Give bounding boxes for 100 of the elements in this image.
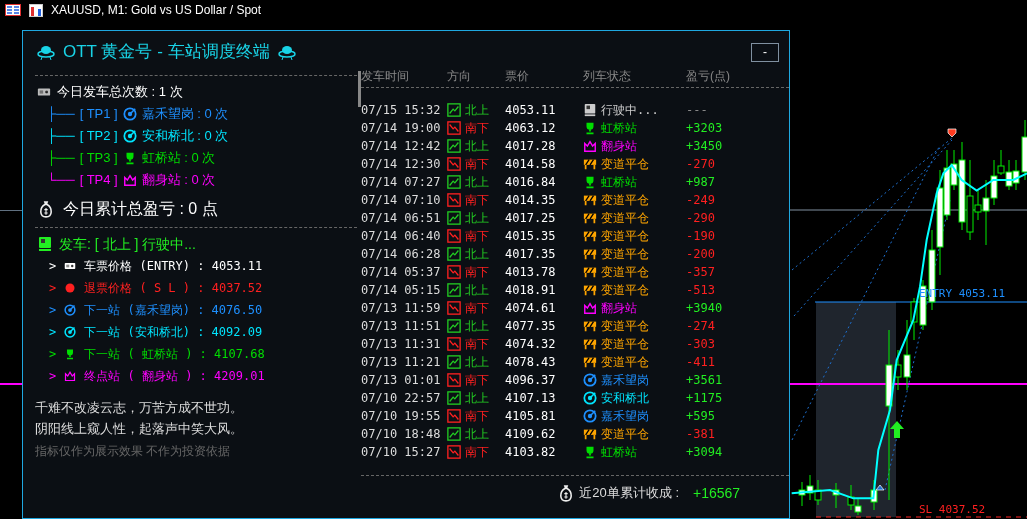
price-cell-text: 4107.13 bbox=[505, 390, 557, 407]
pnl-cell-text: -190 bbox=[686, 228, 716, 245]
direction-cell-text: 北上 bbox=[465, 138, 489, 155]
chevron: > bbox=[49, 368, 57, 385]
pnl-cell-text: -303 bbox=[686, 336, 716, 353]
column-header: 列车状态 bbox=[583, 68, 632, 85]
ufo-icon bbox=[37, 44, 55, 60]
direction-cell-text: 南下 bbox=[465, 336, 489, 353]
chevron: > bbox=[49, 258, 57, 275]
minimize-button[interactable]: - bbox=[751, 42, 779, 62]
scrollbar bbox=[358, 71, 361, 107]
time-cell-text: 07/14 06:51 bbox=[361, 210, 442, 227]
pnl-cell-text: -274 bbox=[686, 318, 716, 335]
total-earnings-value: +16567 bbox=[693, 483, 741, 503]
time-cell-text: 07/15 15:32 bbox=[361, 102, 442, 119]
time-cell-text: 07/14 12:30 bbox=[361, 156, 442, 173]
status-cell-text: 变道平仓 bbox=[601, 336, 649, 353]
pnl-cell-text: -200 bbox=[686, 246, 716, 263]
time-cell-text: 07/13 01:01 bbox=[361, 372, 442, 389]
quote-line: 阴阳线上窥人性，起落声中笑大风。 bbox=[35, 420, 244, 438]
station-count: 虹桥站 : 0 次 bbox=[141, 149, 216, 168]
direction-cell-text: 北上 bbox=[465, 102, 489, 119]
direction-cell-text: 北上 bbox=[465, 426, 489, 443]
ufo-icon bbox=[277, 44, 296, 60]
time-cell-text: 07/14 06:28 bbox=[361, 246, 442, 263]
target-tag: [ TP4 ] bbox=[79, 170, 118, 190]
chevron: > bbox=[49, 346, 57, 363]
time-cell-text: 07/14 07:10 bbox=[361, 192, 442, 209]
price-cell-text: 4078.43 bbox=[505, 354, 557, 371]
pnl-cell-text: +595 bbox=[686, 408, 716, 425]
panel-title: OTT 黄金号 - 车站调度终端 bbox=[63, 41, 270, 64]
direction-cell-text: 北上 bbox=[465, 318, 489, 335]
buy-marker-icon bbox=[875, 484, 885, 491]
price-line: 车票价格 (ENTRY) : 4053.11 bbox=[84, 258, 263, 275]
quote-line: 千难不改凌云志，万苦方成不世功。 bbox=[35, 399, 244, 417]
station-count: 嘉禾望岗 : 0 次 bbox=[141, 105, 229, 124]
time-cell-text: 07/14 05:15 bbox=[361, 282, 442, 299]
direction-cell-text: 北上 bbox=[465, 282, 489, 299]
window-title: XAUUSD, M1: Gold vs US Dollar / Spot bbox=[51, 2, 262, 19]
time-cell-text: 07/10 19:55 bbox=[361, 408, 442, 425]
direction-cell-text: 南下 bbox=[465, 372, 489, 389]
pnl-cell-text: +3940 bbox=[686, 300, 724, 317]
status-cell-text: 翻身站 bbox=[601, 138, 637, 155]
pnl-cell-text: +3094 bbox=[686, 444, 724, 461]
disclaimer: 指标仅作为展示效果 不作为投资依据 bbox=[35, 443, 232, 460]
table-icon bbox=[5, 4, 21, 16]
column-header: 盈亏(点) bbox=[686, 68, 731, 85]
chevron: > bbox=[49, 280, 57, 297]
price-cell-text: 4074.61 bbox=[505, 300, 557, 317]
pnl-cell-text: -411 bbox=[686, 354, 716, 371]
status-cell-text: 变道平仓 bbox=[601, 354, 649, 371]
direction-cell-text: 北上 bbox=[465, 354, 489, 371]
target-tag: [ TP3 ] bbox=[79, 148, 118, 168]
direction-cell-text: 南下 bbox=[465, 408, 489, 425]
time-cell-text: 07/10 22:57 bbox=[361, 390, 442, 407]
money-bag-icon bbox=[37, 200, 55, 218]
direction-cell-text: 北上 bbox=[465, 174, 489, 191]
price-cell-text: 4017.28 bbox=[505, 138, 557, 155]
chart-window-icon bbox=[29, 3, 43, 17]
chevron: > bbox=[49, 324, 57, 341]
pnl-cell-text: +987 bbox=[686, 174, 716, 191]
time-cell-text: 07/13 11:31 bbox=[361, 336, 442, 353]
status-cell-text: 虹桥站 bbox=[601, 174, 637, 191]
price-cell-text: 4014.58 bbox=[505, 156, 557, 173]
pnl-cell-text: +1175 bbox=[686, 390, 724, 407]
tree-connector: ├── bbox=[47, 127, 75, 146]
target-tag: [ TP1 ] bbox=[79, 104, 118, 124]
direction-cell-text: 南下 bbox=[465, 120, 489, 137]
direction-cell-text: 南下 bbox=[465, 192, 489, 209]
price-line: 下一站 ( 虹桥站 ) : 4107.68 bbox=[84, 346, 265, 363]
time-cell-text: 07/14 07:27 bbox=[361, 174, 442, 191]
time-cell-text: 07/10 18:48 bbox=[361, 426, 442, 443]
departures-count: 今日发车总次数 : 1 次 bbox=[57, 83, 183, 102]
price-cell-text: 4105.81 bbox=[505, 408, 557, 425]
status-cell-text: 变道平仓 bbox=[601, 192, 649, 209]
pnl-cell-text: -290 bbox=[686, 210, 716, 227]
direction-cell-text: 南下 bbox=[465, 228, 489, 245]
status-cell-text: 变道平仓 bbox=[601, 282, 649, 299]
stop-loss-label: SL 4037.52 bbox=[919, 503, 986, 516]
tree-connector: ├── bbox=[47, 105, 75, 124]
direction-cell-text: 南下 bbox=[465, 444, 489, 461]
pnl-cell-text: -381 bbox=[686, 426, 716, 443]
pnl-cell-text: +3203 bbox=[686, 120, 724, 137]
price-cell-text: 4015.35 bbox=[505, 228, 557, 245]
price-cell-text: 4017.25 bbox=[505, 210, 557, 227]
chevron: > bbox=[49, 302, 57, 319]
direction-cell-text: 北上 bbox=[465, 390, 489, 407]
price-cell-text: 4096.37 bbox=[505, 372, 557, 389]
pnl-cell-text: -513 bbox=[686, 282, 716, 299]
status-cell-text: 虹桥站 bbox=[601, 444, 637, 461]
time-cell-text: 07/14 05:37 bbox=[361, 264, 442, 281]
up-arrow-icon bbox=[890, 421, 904, 438]
pnl-cell-text: +3561 bbox=[686, 372, 724, 389]
candle bbox=[832, 482, 840, 509]
price-line: 退票价格 ( S L ) : 4037.52 bbox=[84, 280, 263, 297]
price-cell-text: 4018.91 bbox=[505, 282, 557, 299]
price-cell-text: 4063.12 bbox=[505, 120, 557, 137]
direction-cell-text: 南下 bbox=[465, 156, 489, 173]
direction-cell-text: 北上 bbox=[465, 210, 489, 227]
status-cell-text: 安和桥北 bbox=[601, 390, 649, 407]
